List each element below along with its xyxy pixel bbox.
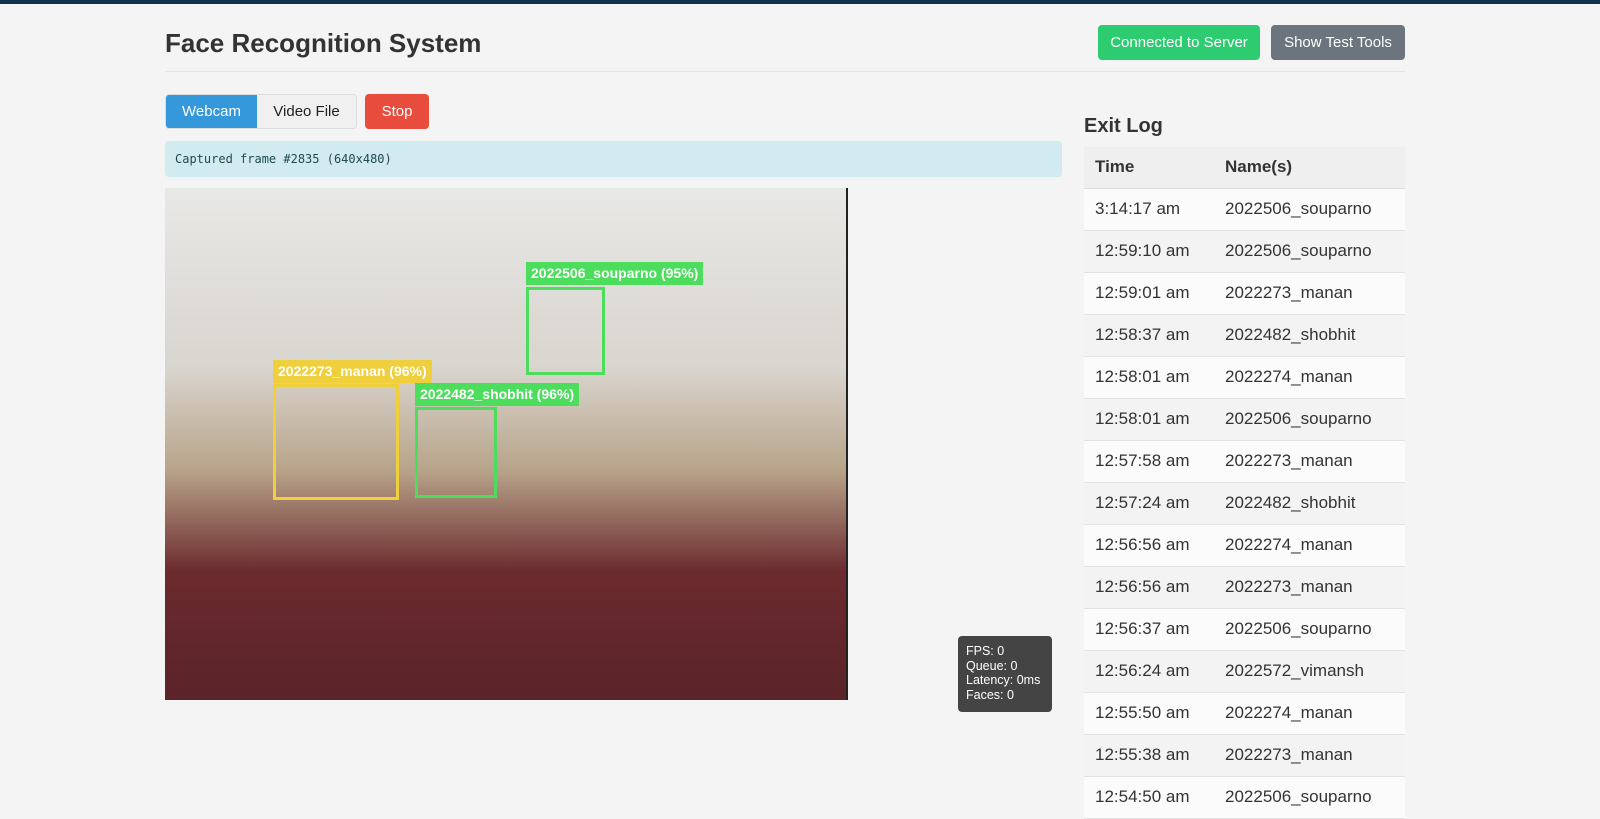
time-cell: 12:56:56 am: [1084, 524, 1214, 567]
exit-log-title: Exit Log: [1084, 115, 1163, 137]
name-cell: 2022482_shobhit: [1214, 482, 1405, 525]
column-header-names: Name(s): [1214, 147, 1405, 189]
table-row: 12:55:50 am 2022274_manan: [1084, 692, 1405, 735]
detection-label: 2022506_souparno (95%): [526, 262, 704, 285]
table-row: 12:59:10 am 2022506_souparno: [1084, 230, 1405, 273]
show-test-tools-button[interactable]: Show Test Tools: [1271, 25, 1405, 60]
exit-log-table: Time Name(s) 3:14:17 am 2022506_souparno 1…: [1084, 147, 1405, 819]
name-cell: 2022273_manan: [1214, 734, 1405, 777]
table-row: 12:54:50 am 2022506_souparno: [1084, 776, 1405, 819]
detection-label: 2022482_shobhit (96%): [415, 383, 580, 406]
face-box: [415, 407, 497, 498]
time-cell: 12:58:37 am: [1084, 314, 1214, 357]
table-row: 12:58:37 am 2022482_shobhit: [1084, 314, 1405, 357]
time-cell: 3:14:17 am: [1084, 188, 1214, 231]
time-cell: 12:59:01 am: [1084, 272, 1214, 315]
fps-stat: FPS: 0: [966, 644, 1005, 658]
table-row: 12:57:58 am 2022273_manan: [1084, 440, 1405, 483]
table-row: 12:56:24 am 2022572_vimansh: [1084, 650, 1405, 693]
face-box: [273, 384, 399, 500]
column-header-time: Time: [1084, 147, 1214, 189]
status-message: Captured frame #2835 (640x480): [165, 141, 1062, 177]
latency-stat: Latency: 0ms: [966, 673, 1041, 687]
source-toggle: Webcam Video File: [165, 94, 357, 129]
table-row: 12:56:37 am 2022506_souparno: [1084, 608, 1405, 651]
time-cell: 12:58:01 am: [1084, 356, 1214, 399]
detection-label: 2022273_manan (96%): [273, 360, 432, 383]
name-cell: 2022274_manan: [1214, 692, 1405, 735]
faces-stat: Faces: 0: [966, 687, 1014, 702]
name-cell: 2022482_shobhit: [1214, 314, 1405, 357]
time-cell: 12:56:37 am: [1084, 608, 1214, 651]
name-cell: 2022506_souparno: [1214, 608, 1405, 651]
name-cell: 2022273_manan: [1214, 566, 1405, 609]
video-file-tab[interactable]: Video File: [257, 95, 356, 128]
table-row: 12:59:01 am 2022273_manan: [1084, 272, 1405, 315]
page-title: Face Recognition System: [165, 28, 482, 58]
time-cell: 12:54:50 am: [1084, 776, 1214, 819]
top-bar: [0, 0, 1600, 4]
face-box: [526, 287, 605, 375]
queue-stat: Queue: 0: [966, 658, 1018, 673]
table-row: 12:56:56 am 2022273_manan: [1084, 566, 1405, 609]
name-cell: 2022274_manan: [1214, 524, 1405, 567]
stats-overlay: FPS: 0 Queue: 0 Latency: 0ms Faces: 0: [958, 636, 1052, 712]
webcam-tab[interactable]: Webcam: [166, 95, 257, 128]
table-row: 12:56:56 am 2022274_manan: [1084, 524, 1405, 567]
name-cell: 2022506_souparno: [1214, 230, 1405, 273]
name-cell: 2022572_vimansh: [1214, 650, 1405, 693]
time-cell: 12:59:10 am: [1084, 230, 1214, 273]
table-row: 12:58:01 am 2022506_souparno: [1084, 398, 1405, 441]
name-cell: 2022273_manan: [1214, 272, 1405, 315]
time-cell: 12:56:56 am: [1084, 566, 1214, 609]
time-cell: 12:57:58 am: [1084, 440, 1214, 483]
name-cell: 2022506_souparno: [1214, 398, 1405, 441]
divider: [165, 71, 1405, 72]
name-cell: 2022274_manan: [1214, 356, 1405, 399]
table-row: 3:14:17 am 2022506_souparno: [1084, 188, 1405, 231]
time-cell: 12:57:24 am: [1084, 482, 1214, 525]
connected-to-server-button[interactable]: Connected to Server: [1098, 25, 1260, 60]
name-cell: 2022273_manan: [1214, 440, 1405, 483]
name-cell: 2022506_souparno: [1214, 188, 1405, 231]
name-cell: 2022506_souparno: [1214, 776, 1405, 819]
table-row: 12:57:24 am 2022482_shobhit: [1084, 482, 1405, 525]
time-cell: 12:55:38 am: [1084, 734, 1214, 777]
time-cell: 12:56:24 am: [1084, 650, 1214, 693]
video-feed: 2022506_souparno (95%) 2022273_manan (96…: [165, 188, 848, 700]
time-cell: 12:58:01 am: [1084, 398, 1214, 441]
stop-button[interactable]: Stop: [365, 94, 429, 129]
time-cell: 12:55:50 am: [1084, 692, 1214, 735]
table-row: 12:55:38 am 2022273_manan: [1084, 734, 1405, 777]
table-row: 12:58:01 am 2022274_manan: [1084, 356, 1405, 399]
